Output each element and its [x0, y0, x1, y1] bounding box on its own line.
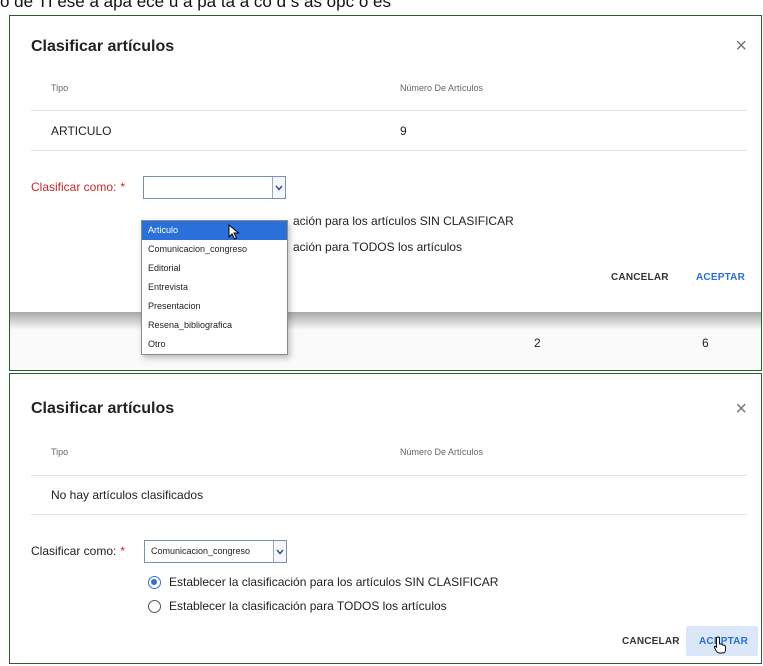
background-cell-value: 6 [702, 336, 709, 350]
dialog-clasificar-open-dropdown: Clasificar artículos × Tipo Número De Ar… [9, 15, 762, 371]
dialog-shadow [10, 312, 761, 330]
clasificar-label: Clasificar como: * [31, 180, 125, 194]
chevron-down-icon[interactable] [272, 177, 285, 198]
mouse-pointer-icon [228, 223, 240, 245]
select-value: Comunicacion_congreso [151, 546, 251, 556]
radio1-label: Establecer la clasificación para los art… [169, 575, 499, 589]
clasificar-select[interactable] [143, 176, 286, 199]
dropdown-option-otro[interactable]: Otro [142, 335, 287, 354]
radio2-label: Establecer la clasificación para TODOS l… [169, 599, 447, 613]
dropdown-option-resena-bibliografica[interactable]: Resena_bibliografica [142, 316, 287, 335]
dropdown-option-entrevista[interactable]: Entrevista [142, 278, 287, 297]
required-mark: * [120, 180, 126, 194]
column-header-tipo: Tipo [51, 447, 69, 457]
clasificar-label: Clasificar como: * [31, 544, 125, 558]
clasificar-label-text: Clasificar como: [31, 180, 117, 194]
header-divider [31, 475, 747, 476]
clasificar-label-text: Clasificar como: [31, 544, 117, 558]
dialog-title: Clasificar artículos [31, 38, 175, 55]
caption-text: ó de TI ese a apa ece u a pa ta a co d s… [0, 0, 391, 11]
dropdown-list: Articulo Comunicacion_congreso Editorial… [141, 220, 288, 355]
radio-option-sin-clasificar-partial[interactable]: ación para los artículos SIN CLASIFICAR [293, 214, 514, 228]
accept-button[interactable]: ACEPTAR [696, 272, 745, 283]
dropdown-option-articulo[interactable]: Articulo [142, 221, 287, 240]
table-cell-numero: 9 [400, 124, 407, 138]
radio-checked-icon[interactable] [148, 575, 161, 589]
cancel-button[interactable]: CANCELAR [611, 272, 669, 283]
hand-pointer-icon [713, 636, 727, 659]
close-icon[interactable]: × [735, 36, 747, 56]
dropdown-option-editorial[interactable]: Editorial [142, 259, 287, 278]
required-mark: * [120, 544, 126, 558]
empty-message: No hay artículos clasificados [51, 488, 204, 502]
background-cell-value: 2 [534, 336, 541, 350]
column-header-numero: Número De Artículos [400, 447, 484, 457]
dropdown-option-comunicacion-congreso[interactable]: Comunicacion_congreso [142, 240, 287, 259]
header-divider [31, 110, 747, 111]
cancel-button[interactable]: CANCELAR [622, 636, 680, 647]
radio2-label: ación para TODOS los artículos [293, 240, 462, 254]
chevron-down-icon[interactable] [273, 541, 286, 562]
clasificar-select[interactable]: Comunicacion_congreso [144, 540, 287, 563]
table-cell-tipo: ARTICULO [51, 124, 112, 138]
column-header-numero: Número De Artículos [400, 83, 484, 93]
background-table-row: 2 6 [10, 312, 761, 370]
dialog-title: Clasificar artículos [31, 400, 175, 417]
row-divider [31, 514, 747, 515]
radio-option-sin-clasificar[interactable]: Establecer la clasificación para los art… [148, 575, 498, 589]
dialog-clasificar-selected: Clasificar artículos × Tipo Número De Ar… [9, 373, 762, 664]
dropdown-option-presentacion[interactable]: Presentacion [142, 297, 287, 316]
radio-option-todos[interactable]: Establecer la clasificación para TODOS l… [148, 599, 447, 613]
radio1-label: ación para los artículos SIN CLASIFICAR [293, 214, 514, 228]
radio-option-todos-partial[interactable]: ación para TODOS los artículos [293, 240, 462, 254]
column-header-tipo: Tipo [51, 83, 69, 93]
radio-unchecked-icon[interactable] [148, 599, 161, 613]
row-divider [31, 150, 747, 151]
close-icon[interactable]: × [735, 399, 747, 419]
